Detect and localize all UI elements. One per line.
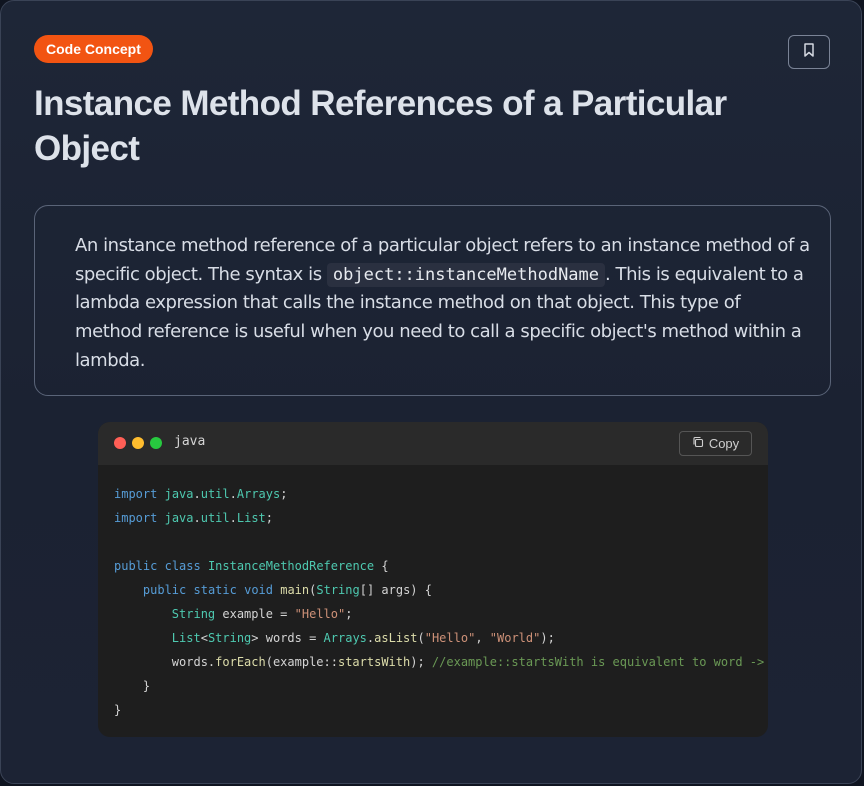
code-token: }	[114, 703, 122, 717]
code-token: public	[114, 559, 158, 573]
code-token: main	[280, 583, 310, 597]
code-line: public static void main(String[] args) {	[114, 578, 768, 602]
code-token: words.	[114, 655, 216, 669]
code-token: static	[193, 583, 237, 597]
code-token: util	[200, 511, 230, 525]
code-line: List<String> words = Arrays.asList("Hell…	[114, 626, 768, 650]
code-token: {	[374, 559, 389, 573]
window-maximize-dot	[150, 437, 162, 449]
code-token: InstanceMethodReference	[207, 559, 375, 573]
description-box: An instance method reference of a partic…	[34, 205, 831, 396]
code-token: .	[193, 487, 201, 501]
window-close-dot	[114, 437, 126, 449]
code-token: ,	[475, 631, 490, 645]
code-token: .	[193, 511, 201, 525]
code-token: List	[236, 511, 266, 525]
copy-button-label: Copy	[708, 436, 740, 451]
code-line: import java.util.List;	[114, 506, 768, 530]
code-token: ;	[280, 487, 288, 501]
code-token: ;	[265, 511, 274, 525]
code-token: <	[200, 631, 208, 645]
code-token: "World"	[489, 631, 541, 645]
code-token: (	[417, 631, 425, 645]
code-token: asList	[374, 631, 418, 645]
window-minimize-dot	[132, 437, 144, 449]
code-token: [] args) {	[359, 583, 432, 597]
code-token: public	[142, 583, 187, 597]
code-token: java	[164, 487, 194, 501]
code-line: public class InstanceMethodReference {	[114, 554, 768, 578]
description-text: An instance method reference of a partic…	[75, 232, 810, 376]
code-token: .	[229, 487, 237, 501]
code-token: }	[114, 679, 151, 693]
code-line: }	[114, 674, 768, 698]
code-token: );	[410, 655, 432, 669]
page-title: Instance Method References of a Particul…	[34, 84, 727, 168]
code-token: "Hello"	[294, 607, 346, 621]
code-token: ;	[345, 607, 353, 621]
code-token: > words =	[251, 631, 324, 645]
inline-code: object::instanceMethodName	[326, 262, 606, 287]
copy-icon	[692, 436, 704, 451]
code-token: Arrays	[323, 631, 367, 645]
code-token: java	[164, 511, 194, 525]
code-token: example =	[215, 607, 295, 621]
code-token: import	[114, 487, 158, 501]
code-token: List	[171, 631, 201, 645]
code-token: "Hello"	[424, 631, 476, 645]
copy-button[interactable]: Copy	[679, 431, 752, 456]
bookmark-button[interactable]	[788, 35, 830, 69]
code-token: util	[200, 487, 230, 501]
bookmark-icon	[802, 42, 816, 62]
code-line: words.forEach(example::startsWith); //ex…	[114, 650, 768, 674]
code-token: );	[540, 631, 555, 645]
code-token: Arrays	[236, 487, 281, 501]
code-token: forEach	[215, 655, 266, 669]
code-content: import java.util.Arrays; import java.util…	[114, 482, 768, 722]
code-line: }	[114, 698, 768, 722]
code-token: //example::startsWith is equivalent to w…	[431, 655, 765, 669]
concept-card: Code Concept Instance Method References …	[0, 0, 862, 784]
code-header: java Copy	[98, 422, 768, 465]
code-line: import java.util.Arrays;	[114, 482, 768, 506]
code-token: startsWith	[337, 655, 411, 669]
code-token: (example::	[265, 655, 338, 669]
code-token: String	[207, 631, 252, 645]
code-block: java Copy import java.util.Arrays; import…	[98, 422, 768, 737]
category-badge: Code Concept	[34, 35, 153, 63]
code-token: String	[171, 607, 216, 621]
code-token: .	[229, 511, 237, 525]
code-token: void	[244, 583, 273, 597]
code-language-label: java	[174, 434, 206, 449]
code-token: String	[316, 583, 360, 597]
code-token: import	[114, 511, 158, 525]
code-token: class	[164, 559, 201, 573]
code-line: String example = "Hello";	[114, 602, 768, 626]
